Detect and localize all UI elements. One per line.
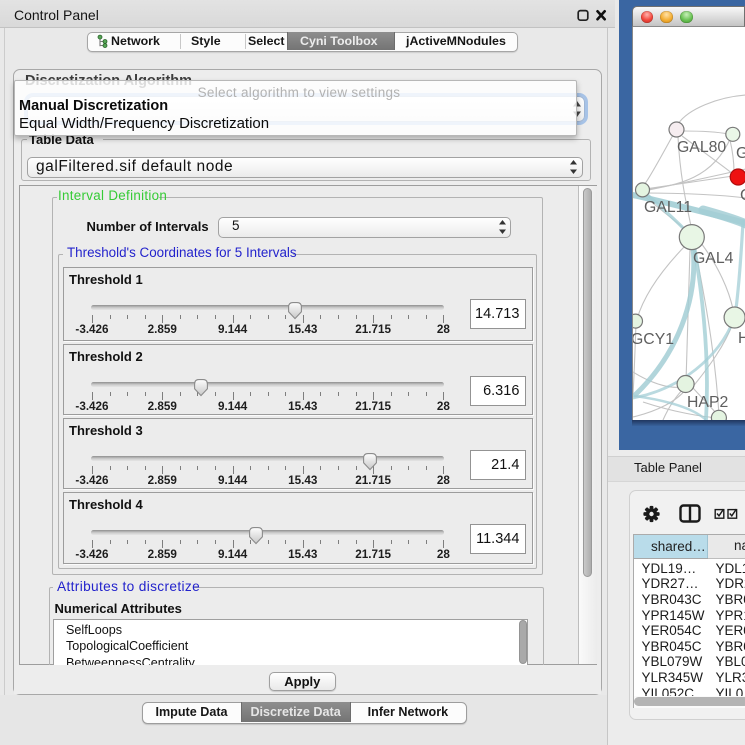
svg-text:G.: G. <box>736 145 745 162</box>
svg-text:GAL80: GAL80 <box>677 139 726 156</box>
svg-text:HAP2: HAP2 <box>687 394 728 411</box>
svg-text:H: H <box>738 330 745 347</box>
svg-text:C: C <box>740 187 745 204</box>
svg-text:GAL11: GAL11 <box>644 199 692 216</box>
svg-text:GAL4: GAL4 <box>693 250 734 267</box>
svg-text:GCY1: GCY1 <box>633 331 674 348</box>
